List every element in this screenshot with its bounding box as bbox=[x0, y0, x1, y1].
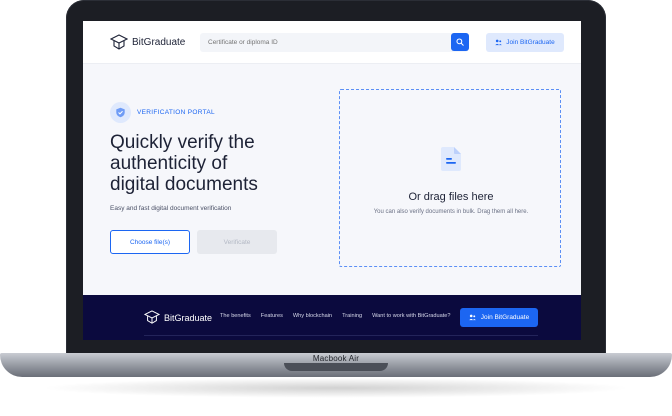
brand-logo[interactable]: BitGraduate bbox=[110, 34, 185, 51]
verification-badge bbox=[110, 102, 131, 123]
footer-link-work-with-us[interactable]: Want to work with BitGraduate? bbox=[372, 313, 450, 319]
site-footer: BitGraduate The benefits Features Why bl… bbox=[83, 295, 581, 340]
brand-name: BitGraduate bbox=[132, 37, 186, 48]
search-button[interactable] bbox=[451, 33, 469, 51]
hero-subline: Easy and fast digital document verificat… bbox=[110, 205, 232, 212]
footer-divider bbox=[144, 335, 538, 336]
verification-portal-label: VERIFICATION PORTAL bbox=[137, 109, 215, 116]
graduation-cap-icon bbox=[110, 34, 128, 50]
device-label: Macbook Air bbox=[312, 354, 360, 363]
dropzone-title: Or drag files here bbox=[408, 191, 494, 203]
choose-files-button[interactable]: Choose file(s) bbox=[110, 230, 190, 254]
footer-nav: The benefits Features Why blockchain Tra… bbox=[220, 313, 461, 319]
site-header: BitGraduate Join BitGraduate bbox=[83, 21, 581, 64]
footer-link-benefits[interactable]: The benefits bbox=[220, 313, 251, 319]
footer-link-training[interactable]: Training bbox=[342, 313, 362, 319]
join-label-header: Join BitGraduate bbox=[506, 39, 555, 46]
join-button-footer[interactable]: Join BitGraduate bbox=[460, 308, 538, 327]
footer-link-features[interactable]: Features bbox=[261, 313, 283, 319]
users-icon bbox=[469, 314, 476, 321]
file-dropzone[interactable]: Or drag files here You can also verify d… bbox=[339, 89, 561, 267]
laptop-notch bbox=[284, 363, 388, 371]
hero-headline: Quickly verify the authenticity of digit… bbox=[110, 132, 310, 195]
search-input[interactable] bbox=[208, 33, 438, 52]
search-icon bbox=[456, 38, 464, 46]
headline-line-2: authenticity of bbox=[110, 153, 228, 174]
verificate-button[interactable]: Verificate bbox=[197, 230, 277, 254]
search-box bbox=[200, 33, 468, 52]
dropzone-subtitle: You can also verify documents in bulk. D… bbox=[373, 209, 529, 215]
browser-screen: BitGraduate Join BitGraduate VER bbox=[83, 21, 581, 340]
graduation-cap-icon bbox=[144, 310, 160, 324]
footer-brand-name: BitGraduate bbox=[164, 312, 213, 323]
headline-line-3: digital documents bbox=[110, 174, 258, 195]
footer-link-why-blockchain[interactable]: Why blockchain bbox=[293, 313, 332, 319]
users-icon bbox=[495, 39, 503, 46]
device-shadow bbox=[40, 378, 632, 398]
shield-check-icon bbox=[116, 107, 125, 118]
document-icon bbox=[441, 147, 461, 171]
join-label-footer: Join BitGraduate bbox=[480, 314, 530, 321]
headline-line-1: Quickly verify the bbox=[110, 132, 255, 153]
join-button-header[interactable]: Join BitGraduate bbox=[486, 33, 564, 52]
footer-brand-logo[interactable]: BitGraduate bbox=[144, 310, 212, 325]
